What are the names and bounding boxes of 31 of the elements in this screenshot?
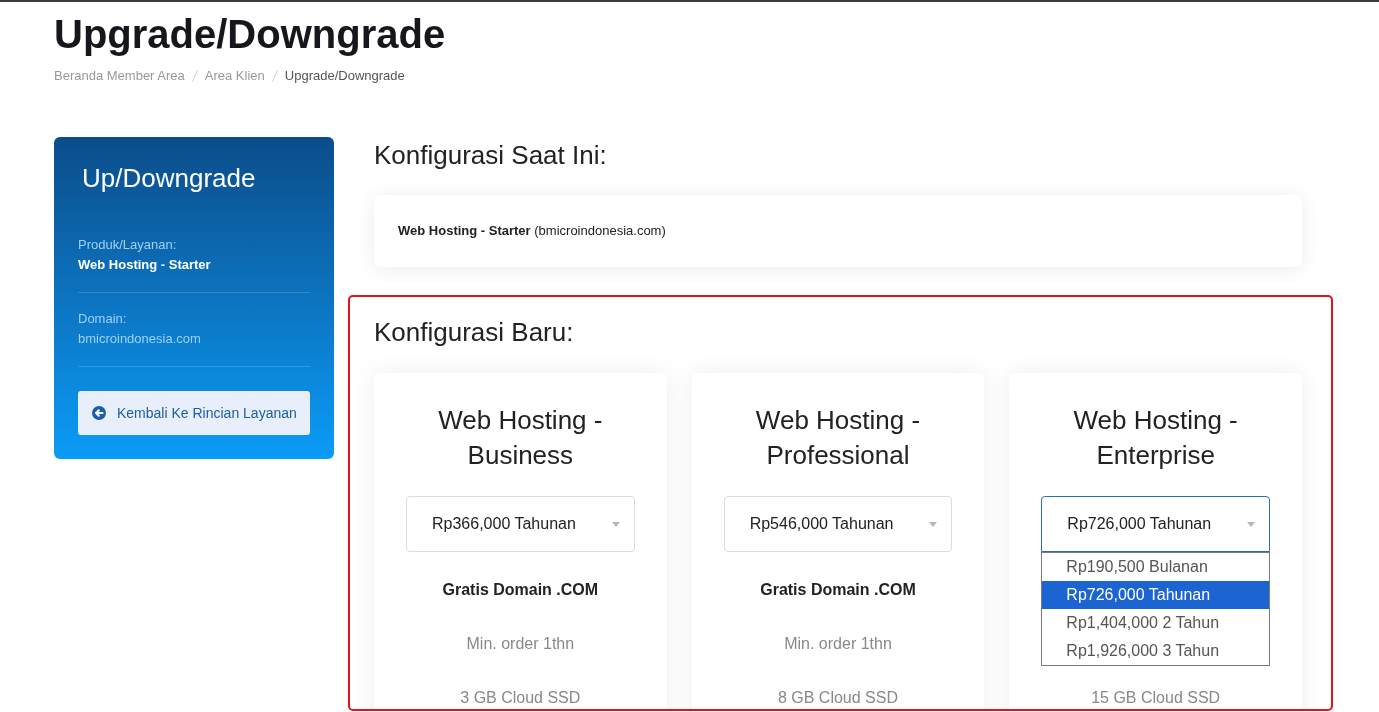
plan-feature: Gratis Domain .COM [760,580,916,600]
field-label: Produk/Layanan: [78,236,177,254]
plan-feature: Min. order 1thn [466,634,575,654]
section-heading: Konfigurasi Saat Ini: [374,139,607,171]
slash-icon [271,70,278,82]
plan-title: Web Hosting - Business [437,404,604,472]
breadcrumb-current: Upgrade/Downgrade [284,67,405,85]
plan-feature: 15 GB Cloud SSD [1091,688,1221,708]
dropdown-option[interactable]: Rp726,000 Tahunan [1042,581,1269,609]
caret-down-icon [929,521,938,527]
billing-select[interactable]: Rp366,000 Tahunan [406,496,635,552]
plan-feature: 3 GB Cloud SSD [460,688,581,708]
arrow-left-circle-icon [92,406,106,420]
billing-select[interactable]: Rp726,000 Tahunan [1041,496,1270,552]
caret-down-icon [611,521,620,527]
plan-title: Web Hosting - Enterprise [1072,404,1239,472]
plan-title: Web Hosting - Professional [754,404,922,472]
field-label: Domain: [78,310,127,328]
field-value: Web Hosting - Starter [78,256,211,274]
slash-icon [191,70,198,82]
caret-down-icon [1247,521,1255,527]
plan-feature: 8 GB Cloud SSD [777,688,898,708]
billing-select[interactable]: Rp546,000 Tahunan [723,496,953,552]
section-heading: Konfigurasi Baru: [374,316,574,348]
plan-feature: Min. order 1thn [784,634,892,654]
back-button[interactable]: Kembali Ke Rincian Layanan [78,391,310,435]
page-title: Upgrade/Downgrade [54,11,446,58]
sidebar-title: Up/Downgrade [81,162,256,194]
plan-feature: Gratis Domain .COM [442,580,599,600]
current-plan-text: Web Hosting - Starter (bmicroindonesia.com) [398,222,666,241]
field-value: bmicroindonesia.com [78,330,201,348]
